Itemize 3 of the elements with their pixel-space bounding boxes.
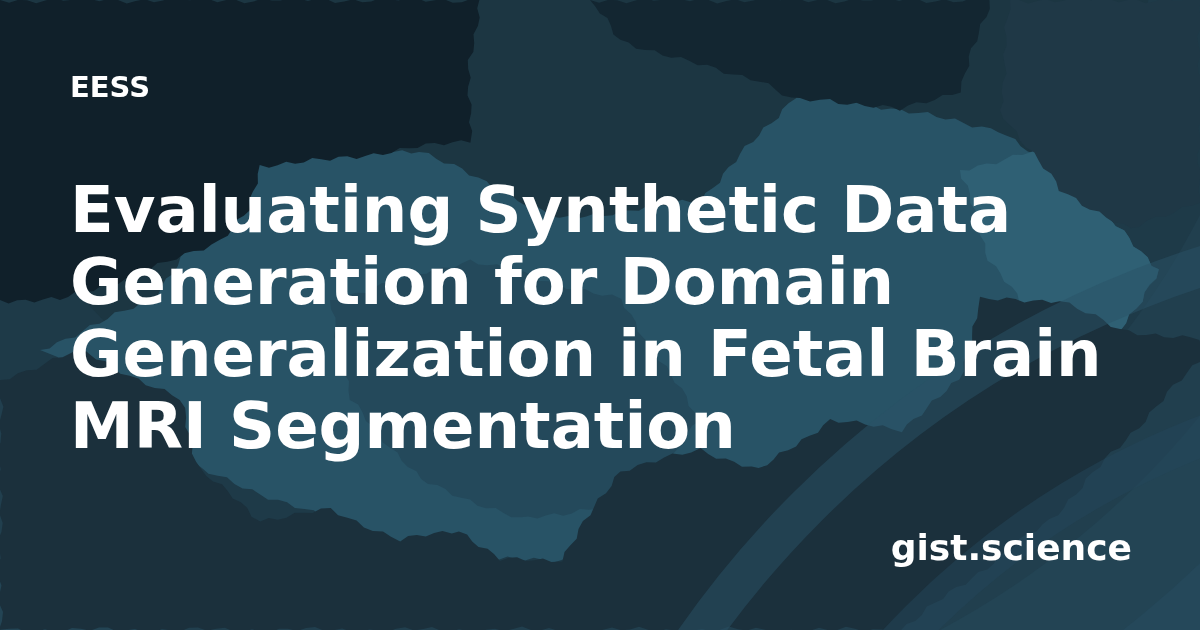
paper-title: Evaluating Synthetic Data Generation for Domain Generalization in Fetal Brain MRI Segmentation	[70, 174, 1103, 462]
site-name: gist.science	[890, 530, 1132, 566]
category-label: EESS	[70, 73, 151, 102]
